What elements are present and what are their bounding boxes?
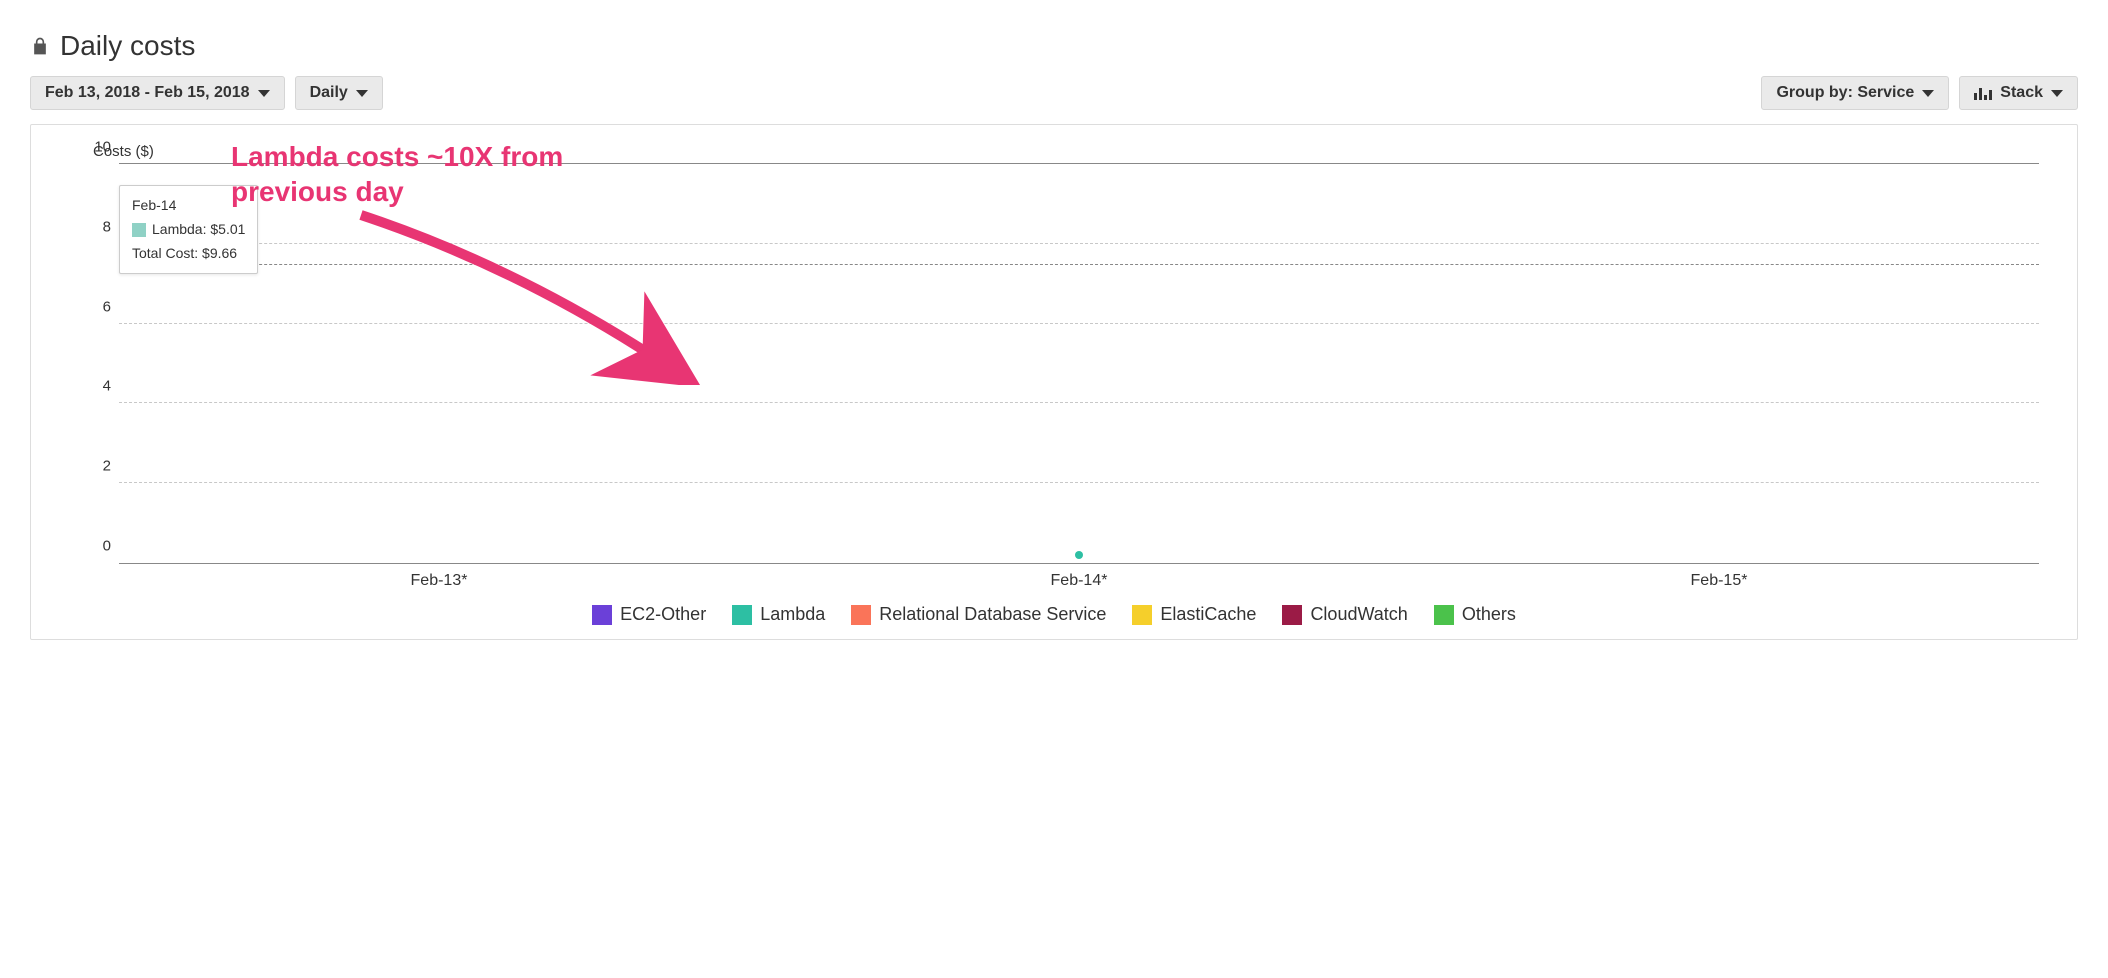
groupby-dropdown[interactable]: Group by: Service <box>1761 76 1949 110</box>
legend-item[interactable]: Lambda <box>732 604 825 625</box>
viewmode-dropdown[interactable]: Stack <box>1959 76 2078 110</box>
legend-label: Others <box>1462 604 1516 625</box>
legend-item[interactable]: ElastiCache <box>1132 604 1256 625</box>
tooltip-date: Feb-14 <box>132 194 245 218</box>
chevron-down-icon <box>1922 90 1934 97</box>
legend-swatch <box>592 605 612 625</box>
legend-swatch <box>1132 605 1152 625</box>
plot-area[interactable]: 0246810 <box>119 164 2039 564</box>
chart-container: Costs ($) 0246810 Feb-13*Feb-14*Feb-15* … <box>30 124 2078 640</box>
y-tick: 8 <box>81 218 111 235</box>
legend-label: Relational Database Service <box>879 604 1106 625</box>
x-tick: Feb-13* <box>285 572 592 590</box>
legend-swatch <box>851 605 871 625</box>
page-title: Daily costs <box>60 30 195 62</box>
chevron-down-icon <box>258 90 270 97</box>
chevron-down-icon <box>2051 90 2063 97</box>
y-tick: 10 <box>81 139 111 156</box>
legend-swatch <box>1434 605 1454 625</box>
legend-swatch <box>732 605 752 625</box>
bar-chart-icon <box>1974 86 1992 100</box>
legend-label: CloudWatch <box>1310 604 1407 625</box>
x-axis-ticks: Feb-13* Feb-14* Feb-15* <box>119 572 2039 590</box>
chart-tooltip: Feb-14 Lambda: $5.01 Total Cost: $9.66 <box>119 185 258 274</box>
hover-dot <box>1075 551 1083 559</box>
lock-icon <box>30 33 50 59</box>
tooltip-total: Total Cost: $9.66 <box>132 242 245 266</box>
date-range-label: Feb 13, 2018 - Feb 15, 2018 <box>45 84 250 102</box>
page-title-row: Daily costs <box>30 30 2078 62</box>
y-tick: 6 <box>81 298 111 315</box>
chevron-down-icon <box>356 90 368 97</box>
legend-item[interactable]: CloudWatch <box>1282 604 1407 625</box>
tooltip-series: Lambda: $5.01 <box>152 218 245 242</box>
viewmode-label: Stack <box>2000 84 2043 102</box>
y-tick: 2 <box>81 458 111 475</box>
legend-item[interactable]: EC2-Other <box>592 604 706 625</box>
date-range-dropdown[interactable]: Feb 13, 2018 - Feb 15, 2018 <box>30 76 285 110</box>
legend-swatch <box>1282 605 1302 625</box>
legend-label: ElastiCache <box>1160 604 1256 625</box>
toolbar: Feb 13, 2018 - Feb 15, 2018 Daily Group … <box>30 76 2078 110</box>
legend: EC2-Other Lambda Relational Database Servi… <box>59 604 2049 625</box>
y-tick: 4 <box>81 378 111 395</box>
granularity-label: Daily <box>310 84 348 102</box>
legend-label: EC2-Other <box>620 604 706 625</box>
y-axis-label: Costs ($) <box>93 143 2049 160</box>
groupby-label: Group by: Service <box>1776 84 1914 102</box>
legend-item[interactable]: Others <box>1434 604 1516 625</box>
y-tick: 0 <box>81 538 111 555</box>
tooltip-swatch <box>132 223 146 237</box>
granularity-dropdown[interactable]: Daily <box>295 76 383 110</box>
legend-item[interactable]: Relational Database Service <box>851 604 1106 625</box>
x-tick: Feb-14* <box>925 572 1232 590</box>
legend-label: Lambda <box>760 604 825 625</box>
x-tick: Feb-15* <box>1565 572 1872 590</box>
